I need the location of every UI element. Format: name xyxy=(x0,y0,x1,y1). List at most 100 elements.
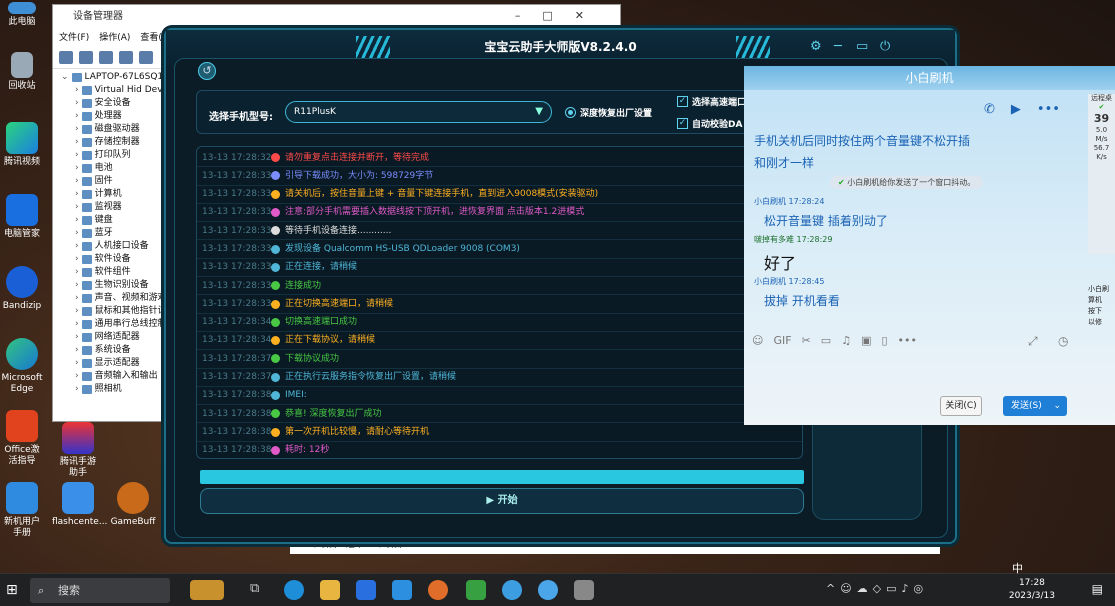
expand-icon[interactable]: › xyxy=(75,123,79,136)
video-icon[interactable]: ▶ xyxy=(1011,102,1021,117)
expand-icon[interactable]: › xyxy=(75,162,79,175)
expand-icon[interactable]: › xyxy=(75,110,79,123)
firefox-icon[interactable] xyxy=(428,580,448,600)
restore-label: 深度恢复出厂设置 xyxy=(580,109,653,119)
browser2-icon[interactable] xyxy=(538,580,558,600)
status-dot-icon xyxy=(271,262,280,272)
back-arrow-icon[interactable]: ↺ xyxy=(198,62,216,80)
music-icon[interactable]: ♫ xyxy=(841,334,851,347)
expand-icon[interactable]: › xyxy=(75,175,79,188)
log-time: 13-13 17:28:32 xyxy=(202,152,272,163)
send-button[interactable]: 发送(S) ⌄ xyxy=(1003,396,1067,416)
gif-icon[interactable]: GIF xyxy=(773,334,791,347)
expand-icon[interactable]: › xyxy=(75,253,79,266)
expand-icon[interactable]: › xyxy=(75,305,79,318)
clock-icon[interactable]: ◷ xyxy=(1058,334,1068,348)
side-note: 小白刷 算机 按下 以修 xyxy=(1088,284,1115,328)
expand-icon[interactable]: › xyxy=(75,149,79,162)
model-dropdown[interactable]: R11PlusK ▼ xyxy=(285,101,552,123)
expand-icon[interactable]: › xyxy=(75,357,79,370)
menu-action[interactable]: 操作(A) xyxy=(99,29,130,47)
auto-verify-checkbox[interactable]: ✓ 自动校验DA xyxy=(677,117,742,130)
minimize-icon[interactable]: ─ xyxy=(834,40,842,54)
expand-icon[interactable]: › xyxy=(75,188,79,201)
desktop-icon-tencent-video[interactable]: 腾讯视频 xyxy=(0,122,44,168)
menu-file[interactable]: 文件(F) xyxy=(59,29,89,47)
store-icon[interactable] xyxy=(356,580,376,600)
help-icon[interactable] xyxy=(119,51,133,64)
device-label: LAPTOP-67L6SQ1 xyxy=(84,72,164,82)
more-icon[interactable]: ••• xyxy=(898,334,917,347)
status-dot-icon xyxy=(271,153,280,163)
desktop-icon-flash[interactable]: flashcente... xyxy=(52,482,107,528)
expand-icon[interactable]: › xyxy=(75,201,79,214)
desktop-icon-this-pc[interactable]: 此电脑 xyxy=(0,2,44,28)
desktop-icon-pc-manager[interactable]: 电脑管家 xyxy=(0,194,44,240)
taskbar-search[interactable]: ⌕ 搜索 xyxy=(30,578,170,603)
properties-icon[interactable] xyxy=(99,51,113,64)
desktop-icon-gamebuff[interactable]: GameBuff xyxy=(108,482,158,528)
task-view-icon[interactable]: ⧉ xyxy=(250,581,259,596)
expand-icon[interactable]: › xyxy=(75,318,79,331)
desktop-icon-edge[interactable]: Microsoft Edge xyxy=(0,338,44,395)
expand-icon[interactable]: › xyxy=(75,227,79,240)
expand-icon[interactable]: › xyxy=(75,344,79,357)
desktop-icon-bandizip[interactable]: Bandizip xyxy=(0,266,44,312)
folder-icon[interactable] xyxy=(320,580,340,600)
high-speed-port-checkbox[interactable]: ✓ 选择高速端口 xyxy=(677,95,746,108)
edge-icon[interactable] xyxy=(284,580,304,600)
expand-icon[interactable]: › xyxy=(75,370,79,383)
ime-indicator[interactable]: 中 xyxy=(1012,560,1023,576)
desktop-icon-recycle-bin[interactable]: 回收站 xyxy=(0,52,44,92)
restore-radio[interactable]: 深度恢复出厂设置 xyxy=(565,106,652,119)
log-time: 13-13 17:28:37 xyxy=(202,353,272,364)
log-time: 13-13 17:28:33 xyxy=(202,225,272,236)
chat-message: 手机关机后同时按住两个音量键不松开插 xyxy=(754,134,971,148)
view-icon[interactable] xyxy=(139,51,153,64)
expand-icon[interactable]: › xyxy=(75,97,79,110)
desktop-icon-office[interactable]: Office激活指导 xyxy=(0,410,44,467)
start-button[interactable]: ▶ 开始 xyxy=(200,488,804,514)
expand-icon[interactable]: › xyxy=(75,240,79,253)
expand-icon[interactable]: › xyxy=(75,292,79,305)
scissors-icon[interactable]: ✂ xyxy=(802,334,811,347)
tool-icon[interactable] xyxy=(466,580,486,600)
chevron-down-icon[interactable]: ⌄ xyxy=(1053,396,1061,416)
expand-icon[interactable]: ⌄ xyxy=(61,71,69,84)
notification-icon[interactable]: ▤ xyxy=(1092,582,1103,596)
phone-icon[interactable]: ✆ xyxy=(984,102,995,117)
expand-icon[interactable]: › xyxy=(75,214,79,227)
emoji-icon[interactable]: ☺ xyxy=(752,334,763,347)
desktop-icon-label: Bandizip xyxy=(2,301,42,311)
side-note-line: 以修 xyxy=(1088,318,1102,326)
expand-icon[interactable]: › xyxy=(75,266,79,279)
desktop-icon-tencent-mobile[interactable]: 腾讯手游助手 xyxy=(56,422,100,479)
shake-icon[interactable]: ▯ xyxy=(881,334,887,347)
expand-icon[interactable]: ⤢ xyxy=(1028,334,1038,349)
expand-icon[interactable]: › xyxy=(75,136,79,149)
maximize-icon[interactable]: ▭ xyxy=(856,40,868,54)
log-message: 引导下载成功，大小为: 598729字节 xyxy=(285,170,434,181)
app-icon[interactable] xyxy=(574,580,594,600)
expand-icon[interactable]: › xyxy=(75,331,79,344)
browser-icon[interactable] xyxy=(502,580,522,600)
power-icon[interactable]: ⏻ xyxy=(880,40,890,54)
folder-icon[interactable]: ▭ xyxy=(821,334,831,347)
expand-icon[interactable]: › xyxy=(75,84,79,97)
more-icon[interactable]: ••• xyxy=(1037,102,1060,117)
image-icon[interactable]: ▣ xyxy=(861,334,871,347)
search-label: 搜索 xyxy=(58,584,80,597)
system-clock[interactable]: 17:28 2023/3/13 xyxy=(1009,577,1055,603)
gear-icon[interactable]: ⚙ xyxy=(810,40,822,54)
expand-icon[interactable]: › xyxy=(75,383,79,396)
windows-start-icon[interactable]: ⊞ xyxy=(6,582,18,598)
back-arrow-icon[interactable] xyxy=(59,51,73,64)
expand-icon[interactable]: › xyxy=(75,279,79,292)
desktop-icon-label: 腾讯视频 xyxy=(3,157,40,167)
desktop-icon-manual[interactable]: 新机用户手册 xyxy=(0,482,44,539)
app-thumb[interactable] xyxy=(190,580,224,600)
forward-arrow-icon[interactable] xyxy=(79,51,93,64)
mail-icon[interactable] xyxy=(392,580,412,600)
log-message: 请关机后，按住音量上键 + 音量下键连接手机，直到进入9008模式(安装驱动) xyxy=(285,189,599,200)
close-button[interactable]: 关闭(C) xyxy=(940,396,982,416)
